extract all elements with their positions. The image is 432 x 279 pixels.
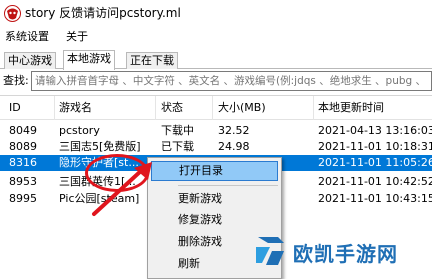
column-header-status[interactable]: 状态 [161,101,183,115]
column-divider[interactable] [212,96,213,120]
table-header: ID 游戏名 状态 大小(MB) 本地更新时间 [0,96,432,120]
cell-size: 24.98 [218,140,250,153]
red-arrow-icon [92,162,152,216]
cell-updated: 2021-04-13 13:16:03 [318,124,432,137]
cell-id: 8089 [9,140,37,153]
cell-id: 8953 [9,175,37,188]
tab-local-games[interactable]: 本地游戏 [63,50,115,70]
column-header-id[interactable]: ID [9,101,21,115]
watermark-logo-icon [256,237,284,265]
cell-id: 8316 [9,156,37,169]
menu-bar: 系统设置 关于 [0,28,432,46]
title-bar: story 反馈请访问pcstory.ml [0,0,432,27]
cell-status: 下载中 [161,124,194,137]
cell-name: 三国志5[免费版] [59,140,141,153]
cell-updated: 2021-11-01 10:43:15 [318,192,432,205]
tab-strip: 中心游戏 本地游戏 正在下载 [0,49,432,70]
context-update-game[interactable]: 更新游戏 [151,189,278,209]
context-menu-separator [178,185,278,186]
cell-name: pcstory [59,124,100,137]
cell-size: 32.52 [218,124,250,137]
search-label: 查找: [3,74,29,87]
menu-system-settings[interactable]: 系统设置 [5,30,49,44]
column-divider[interactable] [155,96,156,120]
app-logo-icon [4,5,21,22]
table-row[interactable]: 8089 三国志5[免费版] 已下载 24.98 2021-11-01 10:1… [0,139,432,155]
context-open-folder[interactable]: 打开目录 [151,161,278,181]
cell-updated: 2021-11-01 10:18:31 [318,140,432,153]
cell-status: 已下载 [161,140,194,153]
tab-center-games[interactable]: 中心游戏 [4,52,56,69]
cell-id: 8995 [9,192,37,205]
watermark-text: 欧凯手游网 [293,242,398,266]
cell-updated: 2021-11-01 10:42:52 [318,175,432,188]
column-header-name[interactable]: 游戏名 [59,101,92,115]
table-row[interactable]: 8049 pcstory 下载中 32.52 2021-04-13 13:16:… [0,123,432,139]
search-input[interactable] [31,71,432,91]
column-header-size[interactable]: 大小(MB) [218,101,266,115]
tab-downloading[interactable]: 正在下载 [126,52,178,69]
column-divider[interactable] [313,96,314,120]
watermark: 欧凯手游网 [249,225,432,279]
column-divider[interactable] [54,96,55,120]
cell-id: 8049 [9,124,37,137]
column-header-updated[interactable]: 本地更新时间 [318,101,384,115]
menu-about[interactable]: 关于 [66,30,88,44]
cell-updated: 2021-11-01 11:05:26 [318,156,432,169]
window-title: story 反馈请访问pcstory.ml [25,6,181,20]
